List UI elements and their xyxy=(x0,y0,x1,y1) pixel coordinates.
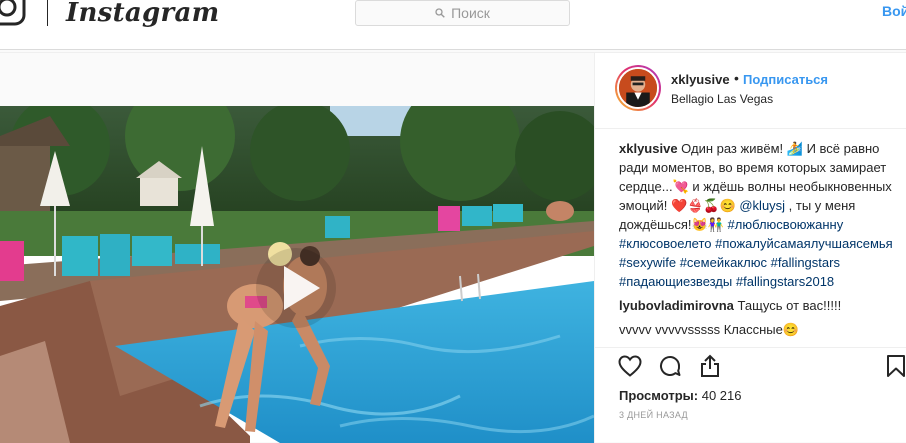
comment-item: vvvvv vvvvvsssss Классные😊 xyxy=(619,320,903,339)
hashtag-link[interactable]: #пожалуйсамаялучшаясемья xyxy=(715,236,893,251)
views-label: Просмотры: xyxy=(619,388,699,403)
search-placeholder: Поиск xyxy=(451,5,490,21)
mention-link[interactable]: @kluysj xyxy=(739,198,785,213)
comment-text: Тащусь от вас!!!!! xyxy=(733,298,842,313)
play-icon[interactable] xyxy=(254,246,338,330)
views-count[interactable]: Просмотры: 40 216 xyxy=(619,388,741,403)
comment-button[interactable] xyxy=(655,351,685,381)
post-location[interactable]: Bellagio Las Vegas xyxy=(671,92,773,106)
like-button[interactable] xyxy=(615,351,645,381)
hashtag-link[interactable]: #семейкаклюс xyxy=(680,255,767,270)
share-icon xyxy=(701,354,719,377)
comment-item: lyubovladimirovna Тащусь от вас!!!!! xyxy=(619,296,903,315)
caption-username[interactable]: xklyusive xyxy=(619,141,678,156)
hashtag-link[interactable]: #падающиезвезды xyxy=(619,274,732,289)
heart-icon xyxy=(618,355,642,377)
post-card: xklyusive • Подписаться Bellagio Las Veg… xyxy=(0,52,906,443)
hashtag-link[interactable]: #люблюсвоюжанну xyxy=(728,217,844,232)
post-sidebar: xklyusive • Подписаться Bellagio Las Veg… xyxy=(594,53,906,443)
bookmark-icon xyxy=(887,355,905,377)
post-date[interactable]: 3 ДНЕЙ НАЗАД xyxy=(619,410,688,420)
hashtag-link[interactable]: #sexywife xyxy=(619,255,676,270)
views-number: 40 216 xyxy=(701,388,742,403)
share-button[interactable] xyxy=(695,351,725,381)
media-top-padding xyxy=(0,53,594,106)
comment-text: vvvvv vvvvvsssss Классные😊 xyxy=(619,322,800,337)
save-button[interactable] xyxy=(881,351,906,381)
comment-bubble-icon xyxy=(660,355,681,376)
search-icon xyxy=(435,8,445,18)
search-input[interactable]: Поиск xyxy=(355,0,570,26)
hashtag-link[interactable]: #клюсовоелето xyxy=(619,236,712,251)
instagram-logo-icon[interactable] xyxy=(0,0,26,30)
avatar-image xyxy=(617,67,659,109)
avatar[interactable] xyxy=(615,65,661,111)
follow-button[interactable]: Подписаться xyxy=(743,72,828,87)
post-video[interactable] xyxy=(0,106,594,443)
comment-username[interactable]: lyubovladimirovna xyxy=(619,298,734,313)
post-username[interactable]: xklyusive xyxy=(671,72,730,87)
header-separator: • xyxy=(734,70,739,86)
caption: xklyusive Один раз живём! 🏄 И всё равно … xyxy=(619,139,903,291)
hashtag-link[interactable]: #fallingstars2018 xyxy=(736,274,834,289)
logo-divider xyxy=(47,0,48,26)
action-bar xyxy=(595,347,906,387)
post-header: xklyusive • Подписаться Bellagio Las Veg… xyxy=(595,53,906,129)
login-link[interactable]: Вой xyxy=(882,3,906,19)
instagram-wordmark[interactable]: Instagram xyxy=(66,0,220,28)
hashtag-link[interactable]: #fallingstars xyxy=(771,255,840,270)
top-bar: Instagram Поиск Вой xyxy=(0,0,906,50)
